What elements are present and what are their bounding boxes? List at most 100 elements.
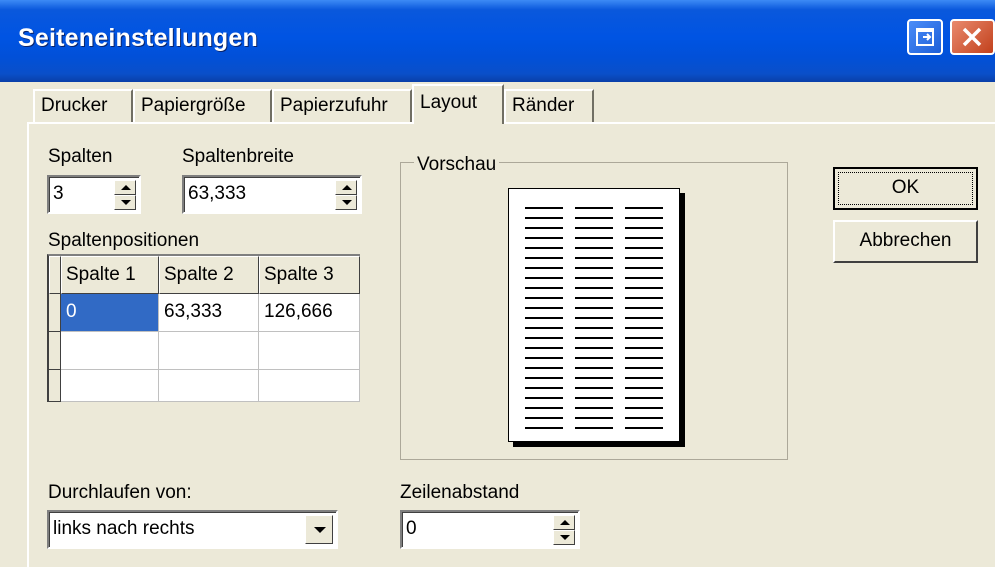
preview-text-line	[575, 337, 613, 339]
tab-raender[interactable]: Ränder	[504, 89, 594, 122]
preview-text-line	[575, 227, 613, 229]
preview-text-line	[625, 227, 663, 229]
preview-text-line	[625, 237, 663, 239]
spalten-spinner[interactable]	[114, 180, 136, 210]
grid-cell[interactable]	[159, 332, 259, 370]
preview-text-line	[525, 347, 563, 349]
preview-text-line	[525, 407, 563, 409]
preview-text-line	[575, 297, 613, 299]
preview-text-line	[525, 237, 563, 239]
zeilenabstand-stepper[interactable]: 0	[400, 510, 580, 549]
preview-text-line	[625, 327, 663, 329]
spin-down-icon[interactable]	[335, 195, 357, 210]
column-positions-grid[interactable]: Spalte 1 Spalte 2 Spalte 3 0 63,333 126,…	[47, 254, 360, 402]
preview-text-line	[525, 287, 563, 289]
tab-layout[interactable]: Layout	[412, 84, 504, 124]
spin-up-icon[interactable]	[335, 180, 357, 195]
preview-text-line	[625, 377, 663, 379]
preview-label: Vorschau	[414, 154, 500, 176]
preview-text-line	[625, 367, 663, 369]
preview-text-line	[575, 387, 613, 389]
column-header: Spalte 2	[159, 256, 259, 294]
restore-button[interactable]	[907, 19, 943, 55]
spin-up-icon[interactable]	[553, 515, 575, 530]
preview-text-line	[575, 347, 613, 349]
tab-papierzufuhr[interactable]: Papierzufuhr	[272, 89, 412, 122]
spaltenbreite-label: Spaltenbreite	[182, 146, 294, 167]
spaltenbreite-stepper[interactable]: 63,333	[182, 175, 362, 214]
preview-text-line	[575, 357, 613, 359]
preview-text-line	[525, 357, 563, 359]
durchlaufen-value: links nach rechts	[53, 518, 195, 539]
ok-button[interactable]: OK	[833, 167, 978, 210]
preview-text-line	[625, 397, 663, 399]
preview-text-line	[575, 327, 613, 329]
preview-text-line	[575, 417, 613, 419]
preview-text-line	[625, 387, 663, 389]
preview-text-line	[575, 377, 613, 379]
grid-cell[interactable]	[61, 332, 159, 370]
preview-text-line	[525, 257, 563, 259]
spalten-stepper[interactable]: 3	[47, 175, 141, 214]
preview-text-line	[525, 217, 563, 219]
preview-text-line	[525, 207, 563, 209]
grid-cell[interactable]: 126,666	[259, 294, 360, 332]
preview-text-line	[575, 427, 613, 429]
preview-text-line	[625, 287, 663, 289]
restore-icon	[916, 28, 934, 46]
preview-text-line	[625, 407, 663, 409]
preview-text-line	[525, 317, 563, 319]
spaltenbreite-spinner[interactable]	[335, 180, 357, 210]
zeilenabstand-label: Zeilenabstand	[400, 482, 520, 503]
grid-cell[interactable]	[259, 332, 360, 370]
preview-text-line	[525, 247, 563, 249]
grid-cell[interactable]	[159, 370, 259, 402]
preview-text-line	[625, 267, 663, 269]
preview-text-line	[625, 247, 663, 249]
spin-down-icon[interactable]	[553, 530, 575, 545]
preview-text-line	[625, 417, 663, 419]
grid-cell[interactable]: 63,333	[159, 294, 259, 332]
preview-text-line	[525, 267, 563, 269]
preview-text-line	[525, 367, 563, 369]
preview-text-line	[625, 427, 663, 429]
preview-text-line	[525, 297, 563, 299]
preview-text-line	[575, 317, 613, 319]
preview-text-line	[575, 307, 613, 309]
tab-drucker[interactable]: Drucker	[33, 89, 133, 122]
preview-text-line	[525, 277, 563, 279]
preview-text-line	[575, 407, 613, 409]
durchlaufen-label: Durchlaufen von:	[48, 482, 192, 503]
grid-cell[interactable]	[259, 370, 360, 402]
preview-text-line	[575, 207, 613, 209]
preview-text-line	[525, 397, 563, 399]
window-title: Seiteneinstellungen	[18, 24, 258, 52]
spin-up-icon[interactable]	[114, 180, 136, 195]
page-preview	[508, 188, 680, 442]
row-header	[49, 332, 61, 370]
spaltenpositionen-label: Spaltenpositionen	[48, 230, 200, 251]
column-header: Spalte 1	[61, 256, 159, 294]
durchlaufen-select[interactable]: links nach rechts	[47, 510, 338, 549]
grid-cell[interactable]	[61, 370, 159, 402]
preview-text-line	[525, 327, 563, 329]
preview-text-line	[575, 397, 613, 399]
spin-down-icon[interactable]	[114, 195, 136, 210]
preview-text-line	[625, 347, 663, 349]
preview-text-line	[575, 237, 613, 239]
preview-text-line	[625, 257, 663, 259]
chevron-down-icon[interactable]	[305, 515, 333, 544]
zeilenabstand-value: 0	[406, 518, 417, 539]
cancel-button[interactable]: Abbrechen	[833, 220, 978, 263]
close-button[interactable]	[950, 19, 995, 55]
zeilenabstand-spinner[interactable]	[553, 515, 575, 545]
grid-cell[interactable]: 0	[61, 294, 159, 332]
preview-text-line	[625, 357, 663, 359]
tab-papiergroesse[interactable]: Papiergröße	[133, 89, 272, 122]
preview-text-line	[625, 337, 663, 339]
preview-text-line	[625, 297, 663, 299]
column-header: Spalte 3	[259, 256, 360, 294]
row-header	[49, 294, 61, 332]
preview-text-line	[625, 317, 663, 319]
preview-text-line	[525, 227, 563, 229]
